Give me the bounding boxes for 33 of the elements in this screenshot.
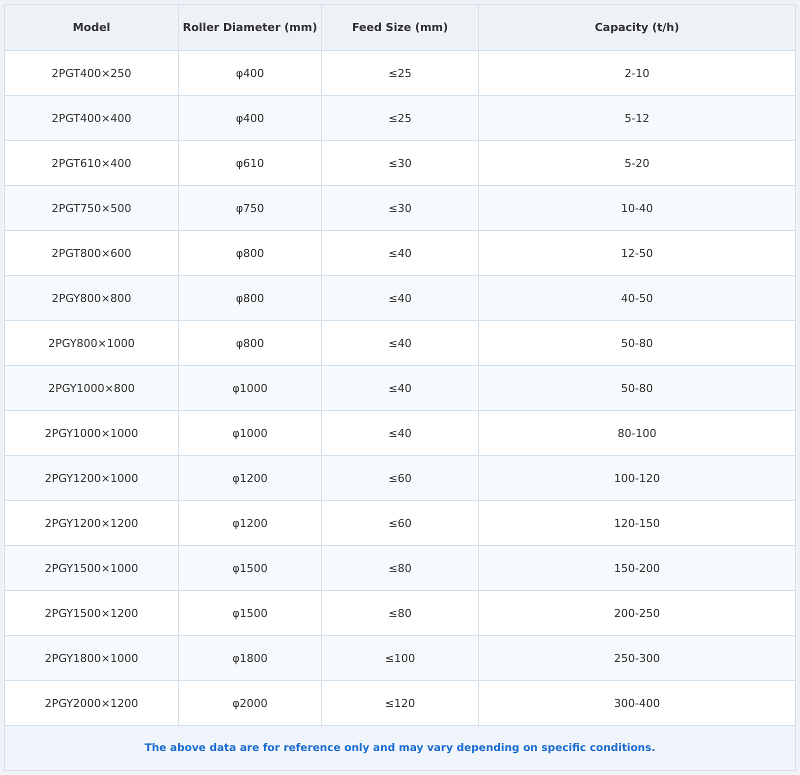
table-cell: ≤40 <box>322 276 478 320</box>
table-cell: 5-12 <box>478 96 796 140</box>
table-cell: 100-120 <box>478 456 796 500</box>
table-cell: φ400 <box>178 96 322 140</box>
table-cell: 2PGY1500×1000 <box>4 546 178 590</box>
table-cell: φ1500 <box>178 546 322 590</box>
table-cell: ≤60 <box>322 456 478 500</box>
table-cell: 2PGY1000×800 <box>4 366 178 410</box>
table-cell: φ750 <box>178 186 322 230</box>
table-cell: φ1200 <box>178 456 322 500</box>
column-header: Capacity (t/h) <box>478 4 796 50</box>
table-cell: 2PGT400×400 <box>4 96 178 140</box>
column-header: Model <box>4 4 178 50</box>
footnote: The above data are for reference only and may vary depending on specific conditions. <box>4 726 796 770</box>
table-cell: 250-300 <box>478 636 796 680</box>
table-cell: ≤100 <box>322 636 478 680</box>
table-cell: φ1000 <box>178 366 322 410</box>
table-cell: 2PGT750×500 <box>4 186 178 230</box>
table-cell: ≤30 <box>322 186 478 230</box>
table-cell: ≤80 <box>322 546 478 590</box>
table-cell: ≤40 <box>322 366 478 410</box>
table-cell: φ800 <box>178 276 322 320</box>
table-cell: 2PGY1200×1000 <box>4 456 178 500</box>
table-cell: 2PGY800×800 <box>4 276 178 320</box>
table-cell: ≤25 <box>322 96 478 140</box>
table-cell: 10-40 <box>478 186 796 230</box>
column-header: Feed Size (mm) <box>322 4 478 50</box>
table-cell: 2PGY1800×1000 <box>4 636 178 680</box>
table-cell: 150-200 <box>478 546 796 590</box>
table-cell: 50-80 <box>478 366 796 410</box>
table-cell: φ1800 <box>178 636 322 680</box>
table-cell: 40-50 <box>478 276 796 320</box>
column-header: Roller Diameter (mm) <box>178 4 322 50</box>
